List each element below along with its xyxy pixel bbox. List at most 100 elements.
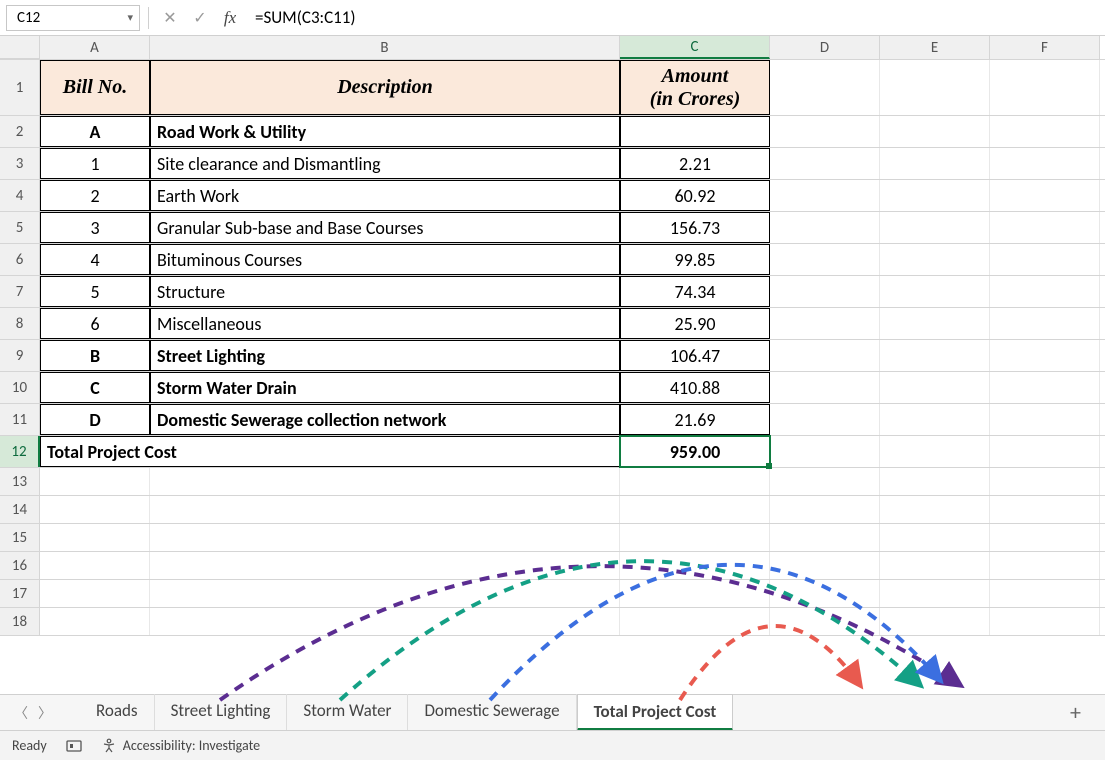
cell-bill-no[interactable]: 5 xyxy=(40,276,150,307)
cell[interactable] xyxy=(620,552,770,579)
cell[interactable] xyxy=(40,580,150,607)
row-header-1[interactable]: 1 xyxy=(0,60,40,115)
cell[interactable] xyxy=(40,552,150,579)
row-header[interactable]: 6 xyxy=(0,244,40,275)
row-header[interactable]: 18 xyxy=(0,608,40,635)
cell[interactable] xyxy=(40,524,150,551)
col-header-D[interactable]: D xyxy=(770,36,880,59)
cell[interactable] xyxy=(880,212,990,243)
cell[interactable] xyxy=(880,580,990,607)
cell[interactable] xyxy=(880,436,990,467)
cell[interactable] xyxy=(990,404,1100,435)
cell-description[interactable]: Earth Work xyxy=(150,180,620,211)
cell[interactable] xyxy=(770,212,880,243)
sheet-tab[interactable]: Storm Water xyxy=(287,694,408,731)
cell-amount[interactable]: 60.92 xyxy=(620,180,770,211)
cell[interactable] xyxy=(990,468,1100,495)
cell[interactable] xyxy=(990,580,1100,607)
cell-bill-no[interactable]: A xyxy=(40,116,150,147)
cell[interactable] xyxy=(990,212,1100,243)
cell[interactable] xyxy=(770,340,880,371)
cell[interactable] xyxy=(990,340,1100,371)
cell[interactable] xyxy=(880,180,990,211)
total-amount-cell[interactable]: 959.00 xyxy=(620,436,770,467)
cell[interactable] xyxy=(770,404,880,435)
row-header[interactable]: 11 xyxy=(0,404,40,435)
cell[interactable] xyxy=(880,276,990,307)
cell[interactable] xyxy=(770,496,880,523)
cell[interactable] xyxy=(770,372,880,403)
col-header-F[interactable]: F xyxy=(990,36,1100,59)
macro-icon[interactable] xyxy=(65,737,83,755)
cell[interactable] xyxy=(620,580,770,607)
select-all-corner[interactable] xyxy=(0,36,40,59)
col-header-B[interactable]: B xyxy=(150,36,620,59)
cell[interactable] xyxy=(770,308,880,339)
row-header[interactable]: 13 xyxy=(0,468,40,495)
cell[interactable] xyxy=(770,524,880,551)
cell[interactable] xyxy=(620,608,770,635)
cell-description[interactable]: Storm Water Drain xyxy=(150,372,620,403)
fx-icon[interactable]: fx xyxy=(217,5,243,31)
row-header[interactable]: 3 xyxy=(0,148,40,179)
cell[interactable] xyxy=(880,524,990,551)
cell[interactable] xyxy=(40,468,150,495)
cell[interactable] xyxy=(880,340,990,371)
cell[interactable] xyxy=(620,524,770,551)
cell[interactable] xyxy=(770,436,880,467)
header-description[interactable]: Description xyxy=(150,60,620,115)
cell[interactable] xyxy=(770,244,880,275)
cancel-icon[interactable]: ✕ xyxy=(157,5,183,31)
cell-bill-no[interactable]: B xyxy=(40,340,150,371)
cell[interactable] xyxy=(150,552,620,579)
row-header[interactable]: 5 xyxy=(0,212,40,243)
row-header[interactable]: 15 xyxy=(0,524,40,551)
cell-description[interactable]: Street Lighting xyxy=(150,340,620,371)
cell[interactable] xyxy=(620,496,770,523)
tab-next-icon[interactable]: 〉 xyxy=(34,703,56,723)
cell[interactable] xyxy=(990,524,1100,551)
col-header-C[interactable]: C xyxy=(620,36,770,59)
cell[interactable] xyxy=(880,468,990,495)
cell[interactable] xyxy=(880,496,990,523)
cell-amount[interactable]: 25.90 xyxy=(620,308,770,339)
cell[interactable] xyxy=(40,496,150,523)
cell-amount[interactable] xyxy=(620,116,770,147)
cell[interactable] xyxy=(990,496,1100,523)
cell[interactable] xyxy=(770,148,880,179)
row-header[interactable]: 2 xyxy=(0,116,40,147)
cell[interactable] xyxy=(880,552,990,579)
new-sheet-button[interactable]: + xyxy=(1056,699,1095,726)
cell[interactable] xyxy=(150,524,620,551)
fill-handle[interactable] xyxy=(766,463,772,469)
cell[interactable] xyxy=(990,552,1100,579)
sheet-tab[interactable]: Domestic Sewerage xyxy=(408,694,576,731)
cell-amount[interactable]: 106.47 xyxy=(620,340,770,371)
cell[interactable] xyxy=(770,116,880,147)
row-header[interactable]: 4 xyxy=(0,180,40,211)
accessibility-status[interactable]: Accessibility: Investigate xyxy=(101,737,260,754)
cell[interactable] xyxy=(990,608,1100,635)
cell-description[interactable]: Bituminous Courses xyxy=(150,244,620,275)
cell-description[interactable]: Domestic Sewerage collection network xyxy=(150,404,620,435)
row-header[interactable]: 16 xyxy=(0,552,40,579)
cell-amount[interactable]: 410.88 xyxy=(620,372,770,403)
cell[interactable] xyxy=(880,60,990,115)
cell[interactable] xyxy=(880,404,990,435)
col-header-E[interactable]: E xyxy=(880,36,990,59)
cell[interactable] xyxy=(990,308,1100,339)
cell-amount[interactable]: 21.69 xyxy=(620,404,770,435)
cell-description[interactable]: Structure xyxy=(150,276,620,307)
row-header[interactable]: 17 xyxy=(0,580,40,607)
header-amount[interactable]: Amount (in Crores) xyxy=(620,60,770,115)
confirm-icon[interactable]: ✓ xyxy=(187,5,213,31)
row-header[interactable]: 9 xyxy=(0,340,40,371)
cell[interactable] xyxy=(150,468,620,495)
cell[interactable] xyxy=(990,180,1100,211)
row-header[interactable]: 8 xyxy=(0,308,40,339)
cell[interactable] xyxy=(770,60,880,115)
row-header[interactable]: 7 xyxy=(0,276,40,307)
cell[interactable] xyxy=(770,468,880,495)
header-bill-no[interactable]: Bill No. xyxy=(40,60,150,115)
cell-description[interactable]: Road Work & Utility xyxy=(150,116,620,147)
